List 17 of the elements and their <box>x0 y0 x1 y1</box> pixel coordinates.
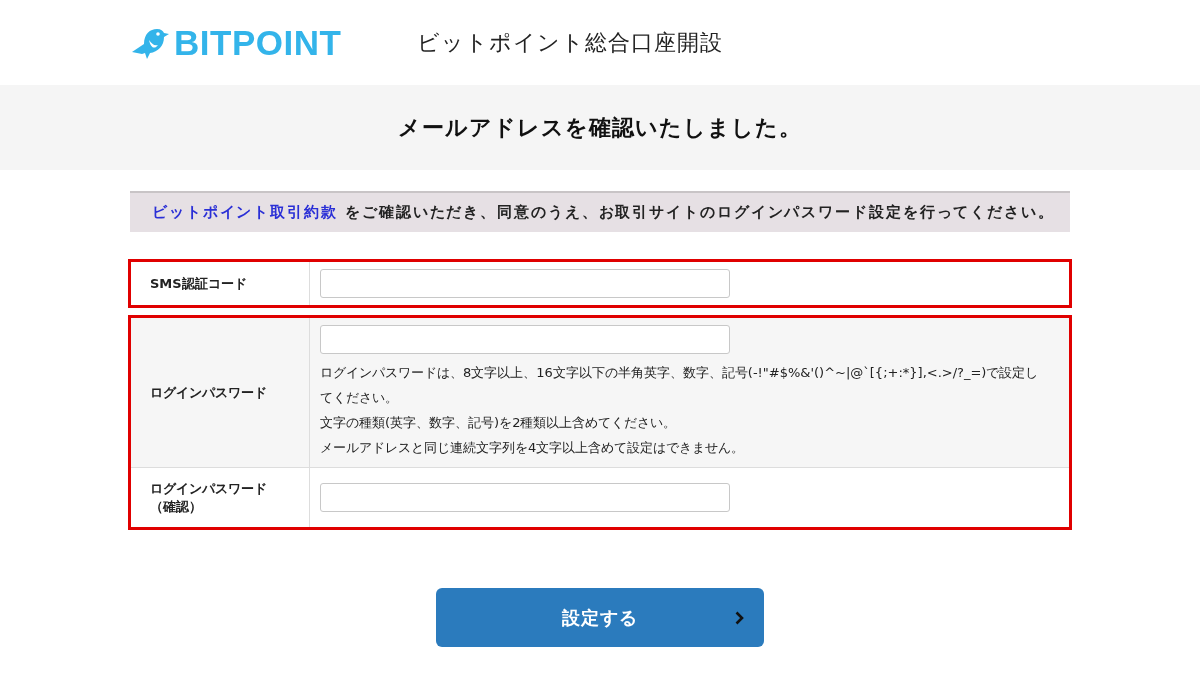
field-label: ログインパスワード <box>150 383 267 402</box>
input-field[interactable] <box>320 483 730 512</box>
hint-text: ログインパスワードは、8文字以上、16文字以下の半角英字、数字、記号(-!"#$%&'()^~|@`[{;+:*}],<.>/?_=)で設定してください。 <box>320 364 1040 407</box>
field-label: ログインパスワード <box>150 480 267 498</box>
field-sublabel: （確認） <box>150 497 202 515</box>
notice-text: ビットポイント取引約款 をご確認いただき、同意のうえ、お取引サイトのログインパスワード設定を行ってください。 <box>130 191 1070 232</box>
input-field[interactable] <box>320 325 730 354</box>
page-title: ビットポイント総合口座開設 <box>417 28 723 57</box>
terms-link[interactable]: ビットポイント取引約款 <box>152 203 338 221</box>
input-field[interactable] <box>320 269 730 298</box>
hint-text: メールアドレスと同じ連続文字列を4文字以上含めて設定はできません。 <box>320 439 746 457</box>
hint-text: 文字の種類(英字、数字、記号)を2種類以上含めてください。 <box>320 414 678 432</box>
confirmation-heading: メールアドレスを確認いたしました。 <box>398 113 802 142</box>
field-label: SMS認証コード <box>150 274 247 293</box>
submit-button[interactable]: 設定する <box>436 588 764 647</box>
chevron-right-icon <box>735 610 744 625</box>
brand-logo-text: BITPOINT <box>174 25 342 60</box>
